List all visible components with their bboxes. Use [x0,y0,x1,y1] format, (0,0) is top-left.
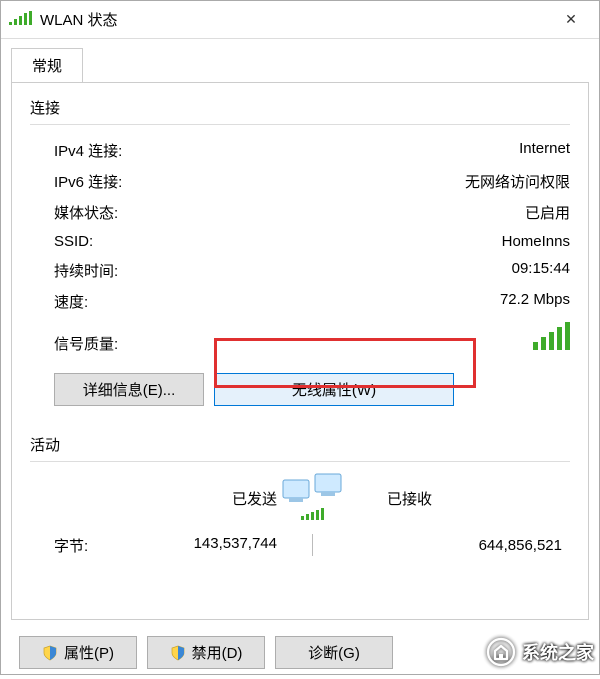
wlan-status-window: WLAN 状态 ✕ 常规 连接 IPv4 连接: Internet IPv6 连接… [0,0,600,675]
speed-value: 72.2 Mbps [500,291,570,312]
ipv6-value: 无网络访问权限 [465,171,570,192]
divider-vertical [312,534,313,556]
shield-icon [170,645,186,661]
speed-label: 速度: [54,291,88,312]
properties-button-label: 属性(P) [64,642,114,663]
bytes-label: 字节: [54,535,88,556]
connection-group-label: 连接 [30,97,570,118]
media-state-value: 已启用 [525,202,570,223]
ipv4-label: IPv4 连接: [54,140,122,161]
received-label: 已接收 [347,488,570,509]
signal-quality-label: 信号质量: [54,333,118,354]
duration-value: 09:15:44 [512,260,570,281]
shield-icon [42,645,58,661]
tab-body: 连接 IPv4 连接: Internet IPv6 连接: 无网络访问权限 媒体状态… [11,82,589,620]
details-button[interactable]: 详细信息(E)... [54,373,204,406]
media-state-label: 媒体状态: [54,202,118,223]
divider [30,461,570,462]
titlebar: WLAN 状态 ✕ [1,1,599,39]
duration-label: 持续时间: [54,260,118,281]
bottom-button-bar: 属性(P) 禁用(D) 诊断(G) [1,630,599,679]
bytes-sent-value: 143,537,744 [194,535,277,556]
diagnose-button-label: 诊断(G) [308,642,360,663]
ssid-label: SSID: [54,233,93,250]
wireless-properties-button[interactable]: 无线属性(W) [214,373,454,406]
divider [30,124,570,125]
ssid-value: HomeInns [502,233,570,250]
diagnose-button[interactable]: 诊断(G) [275,636,393,669]
tabstrip: 常规 [1,39,599,82]
signal-bars-icon [533,322,570,354]
close-button[interactable]: ✕ [551,1,591,38]
wifi-icon [9,11,32,28]
tab-general[interactable]: 常规 [11,48,83,83]
window-title: WLAN 状态 [40,9,551,30]
ipv6-label: IPv6 连接: [54,171,122,192]
sent-label: 已发送 [54,488,277,509]
properties-button[interactable]: 属性(P) [19,636,137,669]
network-activity-icon [277,472,347,524]
disable-button-label: 禁用(D) [192,642,243,663]
activity-group-label: 活动 [30,434,570,455]
disable-button[interactable]: 禁用(D) [147,636,265,669]
bytes-received-value: 644,856,521 [479,537,562,554]
ipv4-value: Internet [519,140,570,161]
